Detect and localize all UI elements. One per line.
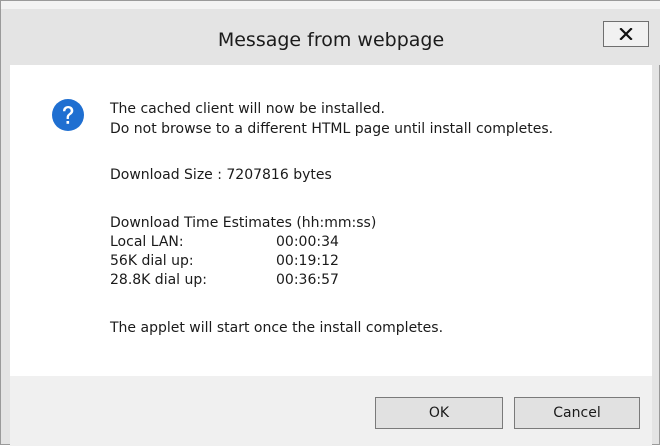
question-icon	[52, 99, 84, 131]
estimate-row: 56K dial up: 00:19:12	[110, 251, 339, 271]
estimate-time: 00:19:12	[276, 253, 339, 269]
message-line-warning: Do not browse to a different HTML page u…	[110, 121, 554, 137]
cancel-button[interactable]: Cancel	[514, 397, 640, 429]
close-button[interactable]	[603, 21, 649, 47]
download-size-text: Download Size : 7207816 bytes	[110, 167, 332, 183]
button-bar: OK Cancel	[10, 376, 652, 446]
estimate-row: 28.8K dial up: 00:36:57	[110, 270, 339, 290]
dialog-title: Message from webpage	[217, 29, 445, 51]
background-strip	[1, 1, 660, 9]
title-bar: Message from webpage	[1, 9, 660, 65]
estimate-label: Local LAN:	[110, 234, 184, 250]
estimate-time: 00:00:34	[276, 234, 339, 250]
close-icon	[619, 28, 633, 40]
message-body: The cached client will now be installed.…	[10, 65, 652, 376]
ok-button[interactable]: OK	[375, 397, 503, 429]
estimate-time: 00:36:57	[276, 272, 339, 288]
estimate-row: Local LAN: 00:00:34	[110, 232, 339, 252]
estimates-heading: Download Time Estimates (hh:mm:ss)	[110, 215, 377, 231]
message-line-install: The cached client will now be installed.	[110, 101, 385, 117]
applet-start-note: The applet will start once the install c…	[110, 320, 444, 336]
estimate-label: 56K dial up:	[110, 253, 194, 269]
estimate-label: 28.8K dial up:	[110, 272, 207, 288]
message-dialog: Message from webpage The cached client w…	[0, 0, 660, 446]
